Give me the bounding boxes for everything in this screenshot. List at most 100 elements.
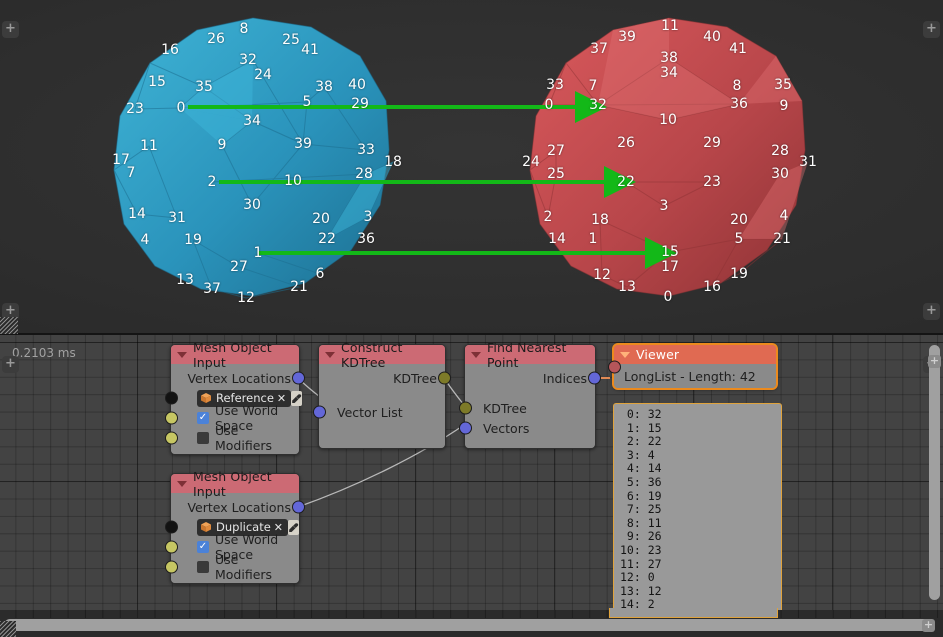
object-cube-icon (201, 522, 211, 532)
node-use-modifiers-row[interactable]: Use Modifiers (165, 423, 299, 453)
use-modifiers-label: Use Modifiers (215, 423, 273, 453)
use-modifiers-checkbox[interactable] (197, 432, 209, 444)
node-body: Indices KDTree Vectors (459, 364, 601, 448)
socket-use-world-space-in[interactable] (165, 411, 178, 425)
socket-kdtree-in[interactable] (459, 401, 472, 415)
eyedropper-button[interactable] (291, 390, 303, 406)
node-use-modifiers-row[interactable]: Use Modifiers (165, 552, 299, 582)
blue-vertex-label-24: 24 (254, 67, 272, 83)
socket-object-in[interactable] (165, 520, 178, 534)
node-body: KDTree Vector List (313, 364, 451, 448)
viewer-list-item: 8: 11 (620, 515, 662, 530)
node-input-kdtree[interactable]: KDTree (459, 398, 595, 418)
collapse-triangle-icon[interactable] (177, 480, 187, 487)
socket-kdtree-out[interactable] (438, 371, 451, 385)
socket-indices-out[interactable] (588, 371, 601, 385)
node-header[interactable]: Construct KDTree (319, 340, 445, 370)
viewer-output-list[interactable]: 0: 32 1: 15 2: 22 3: 4 4: 14 5: 36 6: 19… (613, 403, 782, 619)
socket-use-world-space-in[interactable] (165, 540, 178, 554)
node-header[interactable]: Mesh Object Input (171, 469, 299, 499)
node-header[interactable]: Mesh Object Input (171, 340, 299, 370)
viewer-list-item: 7: 25 (620, 502, 662, 517)
red-vertex-label-8: 8 (732, 78, 742, 94)
check-icon: ✓ (198, 541, 208, 552)
red-vertex-label-11: 11 (661, 18, 679, 34)
red-vertex-label-29: 29 (703, 135, 721, 151)
blue-vertex-label-16: 16 (161, 42, 179, 58)
red-vertex-label-36: 36 (730, 96, 748, 112)
collapse-triangle-icon[interactable] (325, 351, 335, 358)
red-vertex-label-38: 38 (660, 50, 678, 66)
use-world-space-checkbox[interactable]: ✓ (197, 541, 209, 553)
blue-vertex-label-19: 19 (184, 232, 202, 248)
viewer-list-item: 10: 23 (620, 542, 662, 557)
node-output-kdtree[interactable]: KDTree (319, 368, 451, 388)
socket-vectors-in[interactable] (459, 421, 472, 435)
red-vertex-label-34: 34 (660, 65, 678, 81)
red-vertex-label-16: 16 (703, 279, 721, 295)
horizontal-scrollbar-handle[interactable]: + (922, 619, 935, 632)
viewer-list-item: 0: 32 (620, 407, 662, 421)
blue-vertex-label-30: 30 (243, 197, 261, 213)
collapse-triangle-icon[interactable] (177, 351, 187, 358)
node-output-vertex-locations[interactable]: Vertex Locations (171, 368, 305, 388)
viewport-corner-handle-bottom-right[interactable]: + (923, 303, 940, 320)
blue-vertex-label-29: 29 (351, 96, 369, 112)
node-editor-vertical-scrollbar[interactable]: + (928, 345, 941, 600)
3d-viewport[interactable]: 8 26 25 16 41 32 24 15 35 38 40 23 0 5 29 34 11 9 39 33 17 18… (0, 0, 943, 333)
collapse-triangle-icon[interactable] (471, 351, 481, 358)
collapse-triangle-icon[interactable] (620, 351, 630, 358)
socket-vertex-locations-out[interactable] (292, 371, 305, 385)
node-header[interactable]: Viewer (614, 345, 776, 364)
red-vertex-label-4: 4 (779, 208, 789, 224)
red-vertex-label-28: 28 (771, 143, 789, 159)
node-mesh-object-input-duplicate[interactable]: Mesh Object Input Vertex Locations Dupli… (165, 469, 305, 584)
blue-vertex-label-11: 11 (140, 138, 158, 154)
node-viewer[interactable]: Viewer LongList - Length: 42 (608, 344, 777, 389)
node-find-nearest-point[interactable]: Find Nearest Point Indices KDTree Vector… (459, 340, 601, 449)
blue-vertex-label-35: 35 (195, 79, 213, 95)
node-construct-kdtree[interactable]: Construct KDTree KDTree Vector List (313, 340, 451, 449)
execution-time-label: 0.2103 ms (12, 346, 76, 360)
viewport-corner-handle-top-left[interactable]: + (2, 21, 19, 38)
node-title: Mesh Object Input (193, 468, 272, 499)
red-vertex-label-22: 22 (617, 174, 635, 190)
node-editor-horizontal-scrollbar[interactable]: + (4, 619, 935, 632)
node-editor-handle-left[interactable]: + (2, 356, 19, 373)
socket-use-modifiers-in[interactable] (165, 431, 178, 445)
node-output-vertex-locations[interactable]: Vertex Locations (171, 497, 305, 517)
viewport-corner-handle-top-right[interactable]: + (923, 21, 940, 38)
bottom-left-corner-widget[interactable] (0, 621, 16, 637)
node-output-indices[interactable]: Indices (465, 368, 601, 388)
node-input-vectors[interactable]: Vectors (459, 418, 595, 438)
blue-vertex-label-12: 12 (237, 290, 255, 306)
viewer-list-item: 13: 12 (620, 583, 662, 598)
node-header[interactable]: Find Nearest Point (465, 340, 595, 370)
use-modifiers-checkbox[interactable] (197, 561, 209, 573)
socket-vertex-locations-out[interactable] (292, 500, 305, 514)
red-vertex-label-39: 39 (618, 29, 636, 45)
use-world-space-checkbox[interactable]: ✓ (197, 412, 209, 424)
blue-vertex-label-4: 4 (140, 232, 150, 248)
red-vertex-label-12: 12 (593, 267, 611, 283)
vertical-scrollbar-handle[interactable]: + (928, 355, 941, 368)
node-title: Find Nearest Point (487, 339, 567, 370)
viewer-list-item: 5: 36 (620, 474, 662, 489)
editor-corner-widget[interactable] (0, 317, 18, 334)
socket-viewer-in[interactable] (608, 360, 621, 373)
blue-vertex-label-39: 39 (294, 136, 312, 152)
node-input-vector-list[interactable]: Vector List (313, 402, 445, 422)
red-vertex-label-0: 0 (544, 97, 554, 113)
socket-object-in[interactable] (165, 391, 178, 405)
socket-use-modifiers-in[interactable] (165, 560, 178, 574)
node-body: LongList - Length: 42 (608, 360, 776, 388)
use-modifiers-label: Use Modifiers (215, 552, 273, 582)
red-vertex-label-30: 30 (771, 166, 789, 182)
blue-vertex-label-28: 28 (355, 166, 373, 182)
red-vertex-label-0: 0 (663, 289, 673, 305)
red-vertex-label-2: 2 (543, 209, 553, 225)
socket-vector-list-in[interactable] (313, 405, 326, 419)
eyedropper-icon (289, 522, 299, 532)
red-vertex-label-33: 33 (546, 77, 564, 93)
node-mesh-object-input-reference[interactable]: Mesh Object Input Vertex Locations Refer… (165, 340, 305, 455)
